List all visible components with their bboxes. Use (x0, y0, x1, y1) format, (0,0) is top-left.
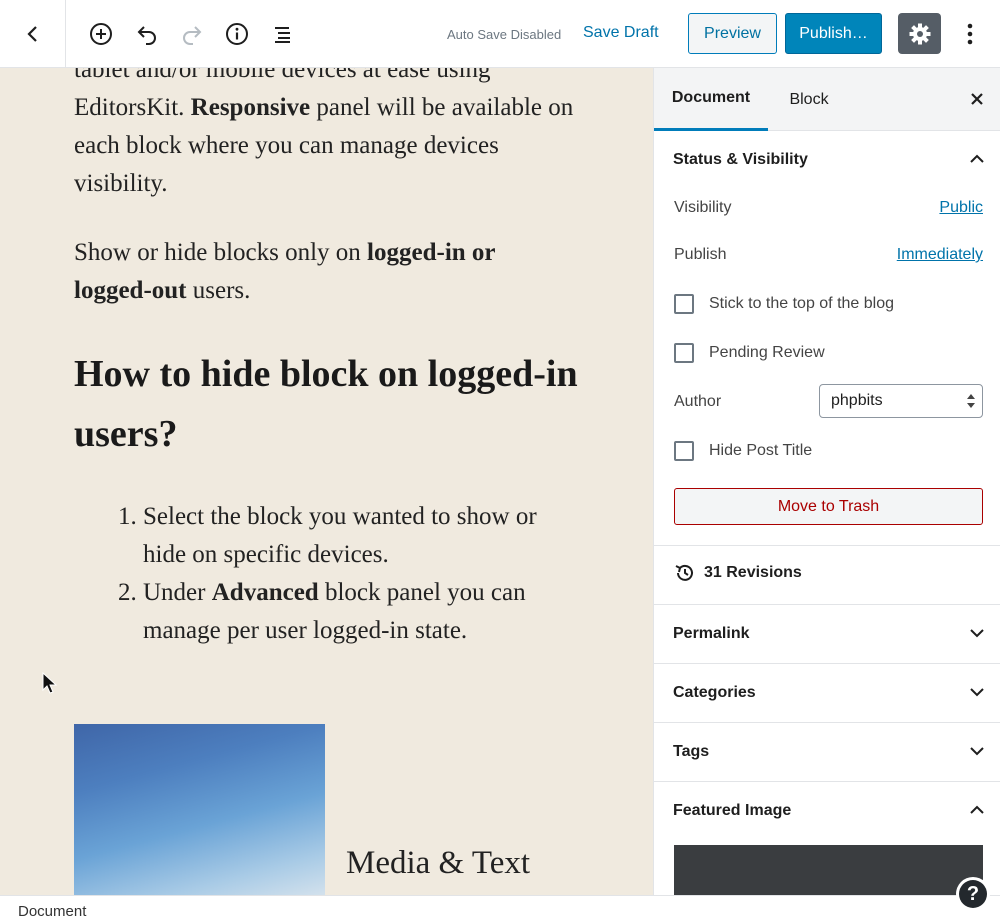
visibility-label: Visibility (674, 199, 732, 216)
panel-title: Tags (673, 743, 710, 760)
list-item-text: Under (143, 579, 212, 606)
list-block[interactable]: 1. Select the block you wanted to show or… (114, 498, 584, 650)
save-draft-button[interactable]: Save Draft (583, 24, 659, 42)
paragraph-bold-text: Responsive (190, 94, 311, 121)
plus-circle-icon (90, 23, 112, 45)
publish-date-toggle[interactable]: Immediately (897, 246, 983, 264)
sticky-label: Stick to the top of the blog (709, 295, 895, 312)
help-button[interactable]: ? (956, 877, 990, 911)
panel-title: Permalink (673, 625, 750, 642)
editor-canvas[interactable]: tablet and/or mobile devices at ease usi… (0, 68, 653, 895)
info-icon (226, 23, 248, 45)
divider (654, 545, 1000, 546)
tab-block[interactable]: Block (782, 68, 836, 131)
author-selected-value: phpbits (831, 392, 883, 409)
media-image[interactable] (74, 724, 325, 895)
publish-button[interactable]: Publish… (785, 13, 882, 54)
publish-label: Publish (674, 246, 727, 263)
list-number: 1. (118, 503, 137, 530)
sidebar-tabs: Document Block (654, 68, 1000, 131)
chevron-down-icon (970, 629, 984, 638)
add-block-button[interactable] (84, 17, 118, 51)
more-menu-button[interactable] (956, 14, 984, 54)
chevron-up-icon (970, 154, 984, 163)
tab-document[interactable]: Document (654, 68, 768, 131)
sticky-checkbox-row[interactable]: Stick to the top of the blog (674, 294, 894, 314)
media-text-heading[interactable]: Media & Text (346, 845, 530, 882)
hide-title-checkbox-row[interactable]: Hide Post Title (674, 441, 812, 461)
preview-button[interactable]: Preview (688, 13, 777, 54)
chevron-left-icon (26, 26, 37, 42)
author-select[interactable]: phpbits (819, 384, 983, 418)
paragraph-text: Show or hide blocks only on (74, 239, 368, 266)
chevron-up-icon (970, 805, 984, 814)
sticky-checkbox[interactable] (674, 294, 694, 314)
block-navigation-button[interactable] (266, 17, 300, 51)
list-item-bold-text: Advanced (211, 579, 319, 606)
more-vertical-icon (967, 23, 973, 45)
list-view-icon (275, 27, 290, 43)
revisions-label: 31 Revisions (704, 564, 802, 581)
permalink-panel-toggle[interactable]: Permalink (654, 605, 1000, 663)
hide-title-checkbox[interactable] (674, 441, 694, 461)
move-to-trash-button[interactable]: Move to Trash (674, 488, 983, 525)
select-arrows-icon (967, 394, 975, 408)
undo-button[interactable] (130, 17, 164, 51)
list-number: 2. (118, 579, 137, 606)
paragraph-block[interactable]: Show or hide blocks only on logged-in or… (74, 234, 574, 310)
settings-sidebar: Document Block Status & Visibility Visib… (653, 68, 1000, 895)
redo-icon (183, 26, 202, 45)
pending-review-checkbox-row[interactable]: Pending Review (674, 343, 825, 363)
close-sidebar-button[interactable] (965, 87, 989, 111)
tags-panel-toggle[interactable]: Tags (654, 723, 1000, 781)
history-icon (675, 564, 693, 581)
featured-image-panel-toggle[interactable]: Featured Image (654, 782, 1000, 840)
panel-title: Status & Visibility (673, 151, 808, 168)
status-visibility-toggle[interactable]: Status & Visibility (654, 131, 1000, 189)
editor-footer: Document (0, 895, 1000, 922)
breadcrumb[interactable]: Document (18, 903, 86, 920)
back-button[interactable] (0, 0, 66, 68)
help-icon: ? (959, 880, 987, 908)
editor-toolbar: Auto Save Disabled Save Draft Preview Pu… (0, 0, 1000, 68)
list-item: 2. Under Advanced block panel you can man… (114, 574, 584, 650)
featured-image-preview[interactable] (674, 845, 983, 895)
close-icon (971, 93, 983, 105)
list-item-text: Select the block you wanted to show or h… (143, 503, 537, 568)
panel-title: Featured Image (673, 802, 792, 819)
info-button[interactable] (220, 17, 254, 51)
chevron-down-icon (970, 747, 984, 756)
gear-icon (909, 23, 930, 44)
settings-button[interactable] (898, 13, 941, 54)
redo-button[interactable] (175, 17, 209, 51)
mouse-cursor-icon (42, 672, 58, 694)
autosave-status: Auto Save Disabled (447, 27, 562, 42)
panel-title: Categories (673, 684, 756, 701)
categories-panel-toggle[interactable]: Categories (654, 664, 1000, 722)
pending-review-label: Pending Review (709, 344, 825, 361)
chevron-down-icon (970, 688, 984, 697)
revisions-link[interactable]: 31 Revisions (674, 562, 802, 584)
pending-review-checkbox[interactable] (674, 343, 694, 363)
list-item: 1. Select the block you wanted to show or… (114, 498, 584, 574)
paragraph-text: users. (186, 277, 251, 304)
hide-title-label: Hide Post Title (709, 442, 813, 459)
paragraph-block[interactable]: tablet and/or mobile devices at ease usi… (74, 68, 584, 203)
visibility-toggle[interactable]: Public (939, 199, 983, 217)
heading-block[interactable]: How to hide block on logged-in users? (74, 344, 594, 464)
author-label: Author (674, 393, 722, 410)
undo-icon (137, 26, 156, 45)
